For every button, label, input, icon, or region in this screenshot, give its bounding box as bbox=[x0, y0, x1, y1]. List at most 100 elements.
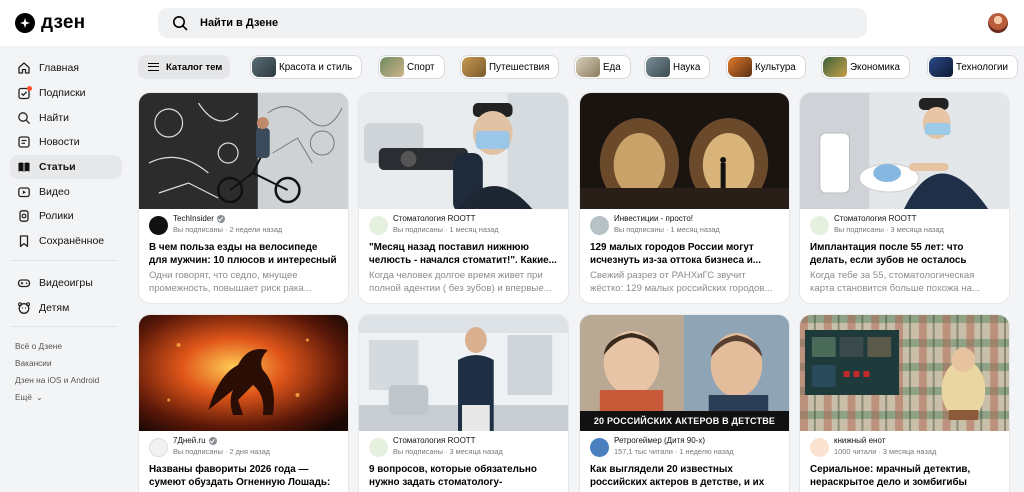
channel-name[interactable]: 7Дней.ru bbox=[173, 436, 338, 446]
sidebar-item-news[interactable]: Новости bbox=[10, 130, 122, 155]
card-title[interactable]: "Месяц назад поставил нижнюю челюсть - н… bbox=[359, 241, 568, 267]
card-title[interactable]: Как выглядели 20 известных российских ак… bbox=[580, 463, 789, 489]
article-card[interactable]: TechInsider Вы подписаны · 2 недели наза… bbox=[138, 92, 349, 304]
search-bar[interactable] bbox=[158, 8, 867, 38]
sidebar-item-label: Статьи bbox=[39, 161, 76, 174]
topic-label: Экономика bbox=[850, 61, 900, 73]
home-icon bbox=[18, 62, 30, 74]
topic-thumbnail bbox=[728, 57, 752, 77]
channel-name-text: 7Дней.ru bbox=[173, 436, 206, 445]
channel-logo[interactable] bbox=[149, 438, 168, 457]
channel-logo[interactable] bbox=[590, 438, 609, 457]
sidebar-item-subscriptions[interactable]: Подписки bbox=[10, 81, 122, 106]
channel-name-text: TechInsider bbox=[173, 214, 214, 223]
card-image bbox=[359, 315, 568, 431]
card-title[interactable]: 129 малых городов России могут исчезнуть… bbox=[580, 241, 789, 267]
channel-name[interactable]: Стоматология ROOTT bbox=[393, 214, 558, 224]
channel-logo[interactable] bbox=[810, 216, 829, 235]
sidebar-item-saved[interactable]: Сохранённое bbox=[10, 229, 122, 254]
article-card[interactable]: Инвестиции - просто! Вы подписаны · 1 ме… bbox=[579, 92, 790, 304]
channel-name[interactable]: книжный енот bbox=[834, 436, 999, 446]
article-card[interactable]: 20 РОССИЙСКИХ АКТЕРОВ В ДЕТСТВЕ Ретрогей… bbox=[579, 314, 790, 492]
channel-sub: 157,1 тыс читали · 1 неделю назад bbox=[614, 447, 734, 456]
card-title[interactable]: Сериальное: мрачный детектив, нераскрыто… bbox=[800, 463, 1009, 489]
article-card[interactable]: Стоматология ROOTT Вы подписаны · 3 меся… bbox=[358, 314, 569, 492]
article-card[interactable]: 7Дней.ru Вы подписаны · 2 дня назад Назв… bbox=[138, 314, 349, 492]
channel-name[interactable]: TechInsider bbox=[173, 214, 338, 224]
catalog-label: Каталог тем bbox=[166, 61, 223, 73]
topic-label: Технологии bbox=[956, 61, 1009, 73]
channel-sub: 1000 читали · 3 месяца назад bbox=[834, 447, 937, 456]
topic-label: Спорт bbox=[407, 61, 435, 73]
channel-logo[interactable] bbox=[149, 216, 168, 235]
sidebar-item-label: Ролики bbox=[39, 210, 74, 223]
channel-logo[interactable] bbox=[369, 438, 388, 457]
articles-icon bbox=[18, 162, 30, 172]
search-icon bbox=[173, 16, 188, 31]
topic-label: Культура bbox=[755, 61, 796, 73]
sidebar-item-label: Детям bbox=[39, 301, 70, 314]
sidebar-item-label: Видео bbox=[39, 185, 70, 198]
article-card[interactable]: Стоматология ROOTT Вы подписаны · 1 меся… bbox=[358, 92, 569, 304]
channel-name[interactable]: Ретрогеймер (Дитя 90-х) bbox=[614, 436, 779, 446]
footer-link-apps[interactable]: Дзен на iOS и Android bbox=[10, 371, 122, 388]
topic-beauty[interactable]: Красота и стиль bbox=[250, 55, 363, 79]
card-image bbox=[359, 93, 568, 209]
channel-name-text: Инвестиции - просто! bbox=[614, 214, 694, 223]
topic-culture[interactable]: Культура bbox=[726, 55, 806, 79]
channel-sub: Вы подписаны · 3 месяца назад bbox=[393, 447, 503, 456]
channel-sub: Вы подписаны · 2 недели назад bbox=[173, 225, 283, 234]
article-card[interactable]: Стоматология ROOTT Вы подписаны · 3 меся… bbox=[799, 92, 1010, 304]
channel-sub: Вы подписаны · 2 дня назад bbox=[173, 447, 270, 456]
channel-name[interactable]: Стоматология ROOTT bbox=[393, 436, 558, 446]
chevron-down-icon: ⌄ bbox=[35, 392, 43, 402]
sidebar-divider bbox=[10, 325, 118, 327]
logo[interactable]: дзен bbox=[15, 12, 85, 34]
catalog-button[interactable]: Каталог тем bbox=[138, 55, 230, 79]
footer-link-vacancies[interactable]: Вакансии bbox=[10, 354, 122, 371]
channel-name-text: Стоматология ROOTT bbox=[393, 436, 476, 445]
avatar[interactable] bbox=[988, 13, 1008, 33]
card-title[interactable]: 9 вопросов, которые обязательно нужно за… bbox=[359, 463, 568, 489]
topic-food[interactable]: Еда bbox=[574, 55, 631, 79]
card-image bbox=[800, 93, 1009, 209]
channel-logo[interactable] bbox=[810, 438, 829, 457]
card-meta: Ретрогеймер (Дитя 90-х) 157,1 тыс читали… bbox=[580, 431, 789, 463]
topic-sport[interactable]: Спорт bbox=[378, 55, 445, 79]
topic-label: Еда bbox=[603, 61, 621, 73]
sidebar-item-home[interactable]: Главная bbox=[10, 56, 122, 81]
topic-thumbnail bbox=[646, 57, 670, 77]
sidebar-item-label: Подписки bbox=[39, 87, 86, 100]
sidebar-item-clips[interactable]: Ролики bbox=[10, 204, 122, 229]
topic-technology[interactable]: Технологии bbox=[927, 55, 1019, 79]
channel-name[interactable]: Стоматология ROOTT bbox=[834, 214, 999, 224]
footer-link-about[interactable]: Всё о Дзене bbox=[10, 337, 122, 354]
card-meta: Стоматология ROOTT Вы подписаны · 3 меся… bbox=[359, 431, 568, 463]
topic-travel[interactable]: Путешествия bbox=[460, 55, 560, 79]
topic-science[interactable]: Наука bbox=[644, 55, 711, 79]
sidebar-item-search[interactable]: Найти bbox=[10, 105, 122, 130]
topic-thumbnail bbox=[929, 57, 953, 77]
card-title[interactable]: В чем польза езды на велосипеде для мужч… bbox=[139, 241, 348, 267]
channel-name-text: Стоматология ROOTT bbox=[393, 214, 476, 223]
search-input[interactable] bbox=[200, 17, 800, 29]
channel-name-text: Стоматология ROOTT bbox=[834, 214, 917, 223]
channel-name[interactable]: Инвестиции - просто! bbox=[614, 214, 779, 224]
channel-logo[interactable] bbox=[590, 216, 609, 235]
card-title[interactable]: Названы фавориты 2026 года — сумеют обуз… bbox=[139, 463, 348, 489]
menu-icon bbox=[148, 63, 159, 71]
topic-economy[interactable]: Экономика bbox=[821, 55, 910, 79]
sidebar-item-video[interactable]: Видео bbox=[10, 179, 122, 204]
sidebar-item-kids[interactable]: Детям bbox=[10, 295, 122, 320]
sidebar-item-articles[interactable]: Статьи bbox=[10, 154, 122, 180]
sidebar-item-videogames[interactable]: Видеоигры bbox=[10, 271, 122, 296]
card-title[interactable]: Имплантация после 55 лет: что делать, ес… bbox=[800, 241, 1009, 267]
sidebar-item-label: Найти bbox=[39, 111, 69, 124]
footer-link-more[interactable]: Ещё ⌄ bbox=[10, 389, 122, 406]
footer-link-more-label: Ещё bbox=[15, 392, 32, 403]
article-card[interactable]: книжный енот 1000 читали · 3 месяца наза… bbox=[799, 314, 1010, 492]
topic-thumbnail bbox=[823, 57, 847, 77]
channel-logo[interactable] bbox=[369, 216, 388, 235]
sidebar-divider bbox=[10, 259, 118, 261]
sidebar-item-label: Видеоигры bbox=[39, 276, 93, 289]
